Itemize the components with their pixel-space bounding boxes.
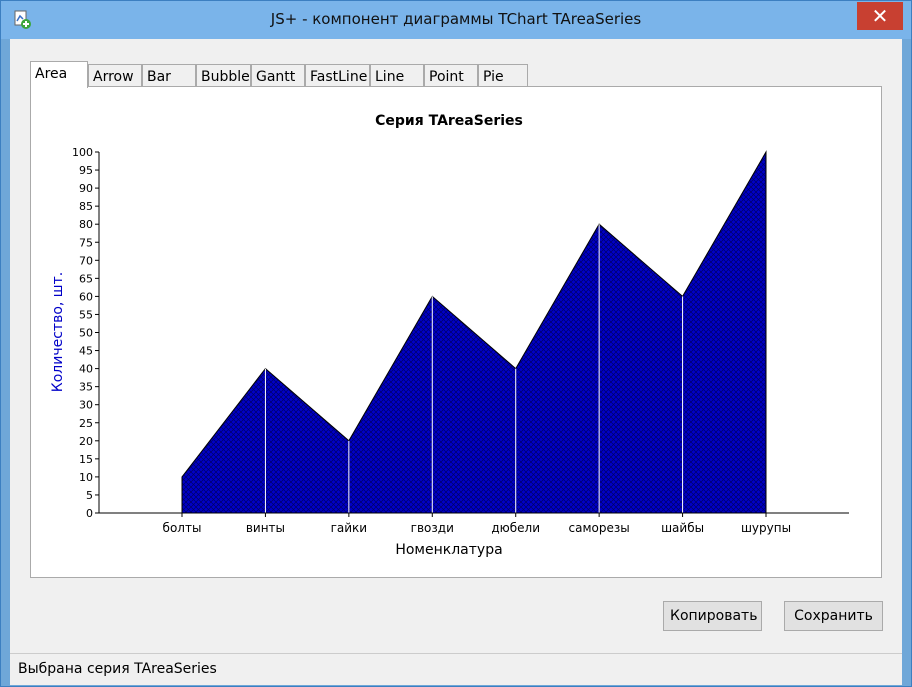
window-title: JS+ - компонент диаграммы TChart TAreaSe… [270, 10, 642, 28]
y-tick-label: 75 [79, 236, 93, 249]
tab-point[interactable]: Point [424, 64, 478, 86]
y-tick-label: 35 [79, 381, 93, 394]
area-series [181, 150, 767, 514]
x-axis-label: Номенклатура [395, 542, 502, 558]
y-tick-label: 90 [79, 182, 93, 195]
y-tick-label: 70 [79, 254, 93, 267]
close-button[interactable]: ✕ [857, 2, 903, 30]
y-tick-label: 10 [79, 471, 93, 484]
x-tick-label: шайбы [661, 521, 704, 535]
y-tick-label: 60 [79, 290, 93, 303]
y-tick-label: 65 [79, 272, 93, 285]
y-tick-label: 50 [79, 327, 93, 340]
x-tick-label: гайки [331, 521, 368, 535]
x-axis: болты винты гайки гвозди дюбели саморезы шайбы… [99, 512, 849, 535]
y-tick-label: 55 [79, 308, 93, 321]
x-tick-label: винты [246, 521, 285, 535]
y-tick-label: 5 [86, 489, 93, 502]
x-tick-label: саморезы [569, 521, 630, 535]
area-chart: Серия TAreaSeries 0 5 10 15 20 25 30 35 40 45 50 55… [50, 113, 849, 558]
tab-bubble[interactable]: Bubble [196, 64, 251, 86]
y-tick-label: 80 [79, 218, 93, 231]
x-tick-label: болты [163, 521, 202, 535]
x-tick-label: шурупы [741, 521, 791, 535]
y-tick-label: 40 [79, 363, 93, 376]
copy-button[interactable]: Копировать [663, 601, 762, 631]
app-window: JS+ - компонент диаграммы TChart TAreaSe… [0, 0, 912, 687]
status-text: Выбрана серия TAreaSeries [18, 661, 217, 677]
tab-bar[interactable]: Bar [142, 64, 196, 86]
chart-panel: Серия TAreaSeries 0 5 10 15 20 25 30 35 40 45 50 55… [30, 86, 882, 578]
tab-arrow[interactable]: Arrow [88, 64, 142, 86]
chart-title: Серия TAreaSeries [375, 113, 523, 129]
y-tick-label: 20 [79, 435, 93, 448]
y-tick-label: 100 [72, 146, 93, 159]
close-icon: ✕ [871, 4, 889, 28]
tab-gantt[interactable]: Gantt [251, 64, 305, 86]
y-tick-label: 0 [86, 507, 93, 520]
y-tick-label: 85 [79, 200, 93, 213]
y-axis-label: Количество, шт. [50, 272, 66, 392]
x-tick-label: гвозди [411, 521, 454, 535]
title-bar[interactable]: JS+ - компонент диаграммы TChart TAreaSe… [1, 1, 911, 39]
tab-area[interactable]: Area [30, 61, 88, 88]
y-tick-label: 30 [79, 399, 93, 412]
tab-fastline[interactable]: FastLine [305, 64, 370, 86]
y-tick-label: 25 [79, 417, 93, 430]
save-button[interactable]: Сохранить [784, 601, 883, 631]
y-tick-label: 95 [79, 164, 93, 177]
tab-pie[interactable]: Pie [478, 64, 528, 86]
area-fill [181, 150, 767, 514]
status-bar: Выбрана серия TAreaSeries [10, 653, 902, 685]
y-axis: 0 5 10 15 20 25 30 35 40 45 50 55 60 65 70 75 80 85 90 95 10… [72, 146, 100, 520]
y-tick-label: 15 [79, 453, 93, 466]
tab-line[interactable]: Line [370, 64, 424, 86]
y-tick-label: 45 [79, 345, 93, 358]
client-area: Area Arrow Bar Bubble Gantt FastLine Lin… [10, 39, 902, 685]
x-tick-label: дюбели [491, 521, 540, 535]
